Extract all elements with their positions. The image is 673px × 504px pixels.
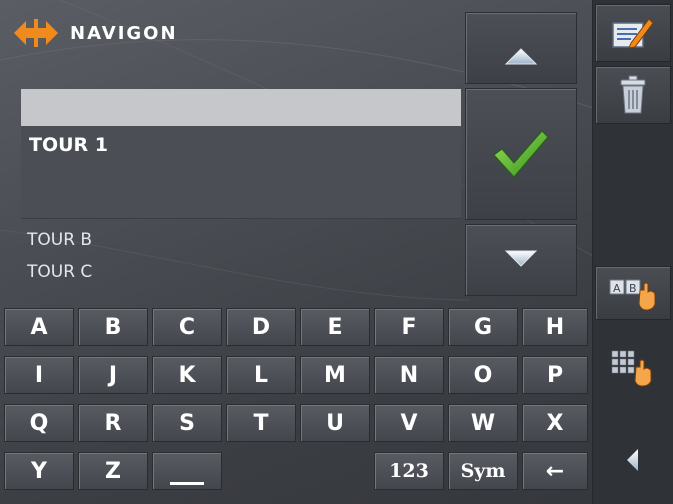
list-item[interactable]: TOUR B — [27, 230, 92, 250]
back-icon — [627, 449, 638, 471]
key-u[interactable]: U — [300, 404, 370, 442]
sidebar: A B — [592, 0, 673, 504]
key-i[interactable]: I — [4, 356, 74, 394]
back-button[interactable] — [595, 430, 671, 490]
list-item[interactable]: TOUR C — [27, 262, 92, 282]
key-e[interactable]: E — [300, 308, 370, 346]
key-d[interactable]: D — [226, 308, 296, 346]
key-r[interactable]: R — [78, 404, 148, 442]
brand-name: NAVIGON — [70, 22, 178, 44]
navigation-screen: NAVIGON TOUR 1 TOUR B TOUR C A B C D E F… — [0, 0, 673, 504]
navigon-logo-icon — [14, 19, 58, 47]
delete-button[interactable] — [595, 66, 671, 124]
edit-button[interactable] — [595, 4, 671, 62]
key-a[interactable]: A — [4, 308, 74, 346]
key-y[interactable]: Y — [4, 452, 74, 490]
key-f[interactable]: F — [374, 308, 444, 346]
svg-text:A: A — [613, 282, 621, 295]
list-item-label: TOUR 1 — [29, 134, 109, 156]
space-bar-icon — [170, 481, 204, 485]
edit-note-icon — [612, 18, 654, 49]
alphabet-keyboard-icon: A B — [609, 279, 656, 311]
backspace-key[interactable]: ← — [522, 452, 588, 490]
brand-header: NAVIGON — [12, 16, 178, 50]
numeric-keyboard-icon — [611, 350, 652, 387]
key-g[interactable]: G — [448, 308, 518, 346]
svg-text:B: B — [629, 282, 637, 295]
list-item-selected[interactable]: TOUR 1 — [21, 126, 461, 219]
trash-icon — [620, 75, 646, 114]
key-b[interactable]: B — [78, 308, 148, 346]
triangle-down-icon — [504, 250, 538, 267]
key-o[interactable]: O — [448, 356, 518, 394]
triangle-up-icon — [504, 48, 538, 65]
key-w[interactable]: W — [448, 404, 518, 442]
key-n[interactable]: N — [374, 356, 444, 394]
key-k[interactable]: K — [152, 356, 222, 394]
space-key[interactable] — [152, 452, 222, 490]
key-x[interactable]: X — [522, 404, 588, 442]
numeric-keyboard-button[interactable] — [595, 340, 671, 394]
key-h[interactable]: H — [522, 308, 588, 346]
key-j[interactable]: J — [78, 356, 148, 394]
numbers-key[interactable]: 123 — [374, 452, 444, 490]
key-p[interactable]: P — [522, 356, 588, 394]
key-z[interactable]: Z — [78, 452, 148, 490]
checkmark-icon — [493, 130, 549, 178]
key-c[interactable]: C — [152, 308, 222, 346]
key-q[interactable]: Q — [4, 404, 74, 442]
key-m[interactable]: M — [300, 356, 370, 394]
key-t[interactable]: T — [226, 404, 296, 442]
alphabet-keyboard-button[interactable]: A B — [595, 266, 671, 320]
key-v[interactable]: V — [374, 404, 444, 442]
symbols-key[interactable]: Sym — [448, 452, 518, 490]
scroll-up-button[interactable] — [465, 12, 577, 84]
key-l[interactable]: L — [226, 356, 296, 394]
key-s[interactable]: S — [152, 404, 222, 442]
text-input-field[interactable] — [21, 89, 461, 126]
confirm-button[interactable] — [465, 88, 577, 220]
scroll-down-button[interactable] — [465, 224, 577, 296]
